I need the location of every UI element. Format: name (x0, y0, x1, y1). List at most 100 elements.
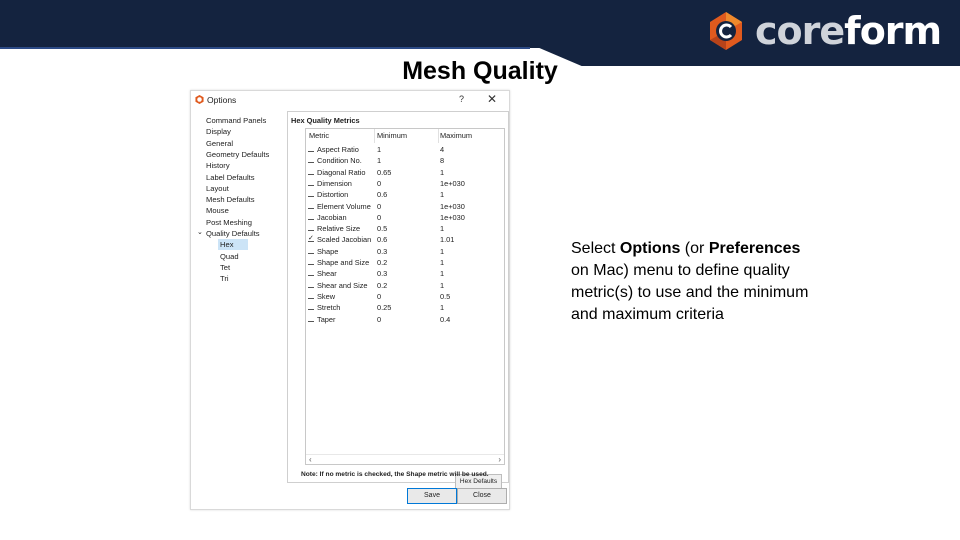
tree-item[interactable]: Mesh Defaults (206, 194, 255, 205)
column-separator (374, 129, 375, 143)
metric-checkbox[interactable] (308, 202, 314, 209)
cell-metric: Shape (317, 246, 339, 256)
tree-item[interactable]: Display (206, 126, 231, 137)
cell-min[interactable]: 0.65 (377, 167, 391, 178)
metric-checkbox[interactable] (308, 190, 314, 198)
chevron-down-icon[interactable]: ⌄ (197, 228, 203, 236)
tree-item[interactable]: Tri (220, 273, 229, 284)
cell-max[interactable]: 1 (440, 280, 444, 291)
tree-item[interactable]: Quad (220, 251, 239, 262)
cell-max[interactable]: 1 (440, 223, 444, 234)
cell-min[interactable]: 0.3 (377, 246, 387, 257)
description-bold-options: Options (619, 240, 681, 257)
table-row: Element Volume 0 1e+030 (306, 201, 504, 212)
table-row: Shape 0.3 1 (306, 246, 504, 257)
tree-item[interactable]: Quality Defaults (206, 228, 260, 239)
table-row: Skew 0 0.5 (306, 291, 504, 302)
cell-min[interactable]: 0 (377, 291, 381, 302)
metric-checkbox[interactable]: ✓ (308, 235, 314, 243)
close-button[interactable]: Close (457, 488, 507, 504)
cell-min[interactable]: 0 (377, 212, 381, 223)
cell-max[interactable]: 1e+030 (440, 178, 465, 189)
description-text: Select Options (or Preferences on Mac) m… (571, 238, 811, 326)
cell-min[interactable]: 0.2 (377, 257, 387, 268)
cell-min[interactable]: 0.25 (377, 302, 391, 313)
cell-min[interactable]: 1 (377, 155, 381, 166)
cell-max[interactable]: 1 (440, 189, 444, 200)
column-header-metric[interactable]: Metric (309, 131, 329, 140)
cell-max[interactable]: 0.5 (440, 291, 450, 302)
metric-checkbox[interactable] (308, 168, 314, 175)
options-dialog: Options ? ✕ Command Panels Display General… (190, 90, 510, 510)
metric-checkbox[interactable] (308, 315, 314, 322)
tree-item[interactable]: General (206, 138, 233, 149)
table-row: Taper 0 0.4 (306, 314, 504, 325)
cell-max[interactable]: 4 (440, 144, 444, 155)
coreform-logo: coreform (705, 8, 942, 54)
cell-min[interactable]: 0 (377, 314, 381, 325)
metrics-table: Metric Minimum Maximum ‹ › Aspect Ratio 1… (305, 128, 505, 465)
metric-checkbox[interactable] (308, 292, 314, 299)
cell-max[interactable]: 1 (440, 302, 444, 313)
cell-max[interactable]: 1e+030 (440, 201, 465, 212)
cell-min[interactable]: 0.3 (377, 268, 387, 279)
tree-item[interactable]: Layout (206, 183, 229, 194)
cell-max[interactable]: 0.4 (440, 314, 450, 325)
horizontal-scrollbar[interactable]: ‹ › (306, 454, 504, 464)
tree-item[interactable]: Geometry Defaults (206, 149, 269, 160)
metric-checkbox[interactable] (308, 247, 314, 254)
cell-min[interactable]: 0.6 (377, 234, 387, 245)
help-button[interactable]: ? (459, 94, 464, 104)
metric-checkbox[interactable] (308, 179, 314, 186)
metric-checkbox[interactable] (308, 258, 314, 265)
dialog-title: Options (207, 95, 237, 105)
cell-min[interactable]: 0.2 (377, 280, 387, 291)
table-row: Shear 0.3 1 (306, 268, 504, 279)
metric-checkbox[interactable] (308, 269, 314, 277)
cell-metric: Dimension (317, 178, 352, 188)
metric-checkbox[interactable] (308, 303, 314, 311)
cell-max[interactable]: 1 (440, 167, 444, 178)
table-row: ✓ Scaled Jacobian 0.6 1.01 (306, 234, 504, 245)
description-bold-preferences: Preferences (708, 240, 801, 257)
options-tree: Command Panels Display General Geometry Def… (193, 111, 285, 506)
close-icon[interactable]: ✕ (487, 92, 497, 106)
cell-min[interactable]: 0.6 (377, 189, 387, 200)
metric-checkbox[interactable] (308, 145, 314, 152)
metric-checkbox[interactable] (308, 156, 314, 164)
cell-min[interactable]: 0 (377, 178, 381, 189)
column-header-maximum[interactable]: Maximum (440, 131, 472, 140)
cell-max[interactable]: 1e+030 (440, 212, 465, 223)
table-row: Shear and Size 0.2 1 (306, 280, 504, 291)
description-part3: on Mac) menu to define quality metric(s)… (571, 262, 809, 323)
column-header-minimum[interactable]: Minimum (377, 131, 407, 140)
cell-min[interactable]: 1 (377, 144, 381, 155)
table-row: Distortion 0.6 1 (306, 189, 504, 200)
cell-max[interactable]: 8 (440, 155, 444, 166)
metric-checkbox[interactable] (308, 213, 314, 220)
coreform-app-icon (195, 95, 204, 104)
cell-max[interactable]: 1 (440, 268, 444, 279)
cell-min[interactable]: 0.5 (377, 223, 387, 234)
tree-item[interactable]: Mouse (206, 205, 229, 216)
tree-item[interactable]: History (206, 160, 230, 171)
metric-checkbox[interactable] (308, 224, 314, 232)
cell-min[interactable]: 0 (377, 201, 381, 212)
cell-metric: Relative Size (317, 224, 361, 234)
metric-checkbox[interactable] (308, 281, 314, 288)
tree-item[interactable]: Command Panels (206, 115, 266, 126)
cell-max[interactable]: 1 (440, 246, 444, 257)
tree-item[interactable]: Hex (218, 239, 248, 251)
cell-metric: Condition No. (317, 156, 362, 166)
table-row: Dimension 0 1e+030 (306, 178, 504, 189)
tree-item[interactable]: Post Meshing (206, 217, 252, 228)
logo-text-core: core (755, 9, 845, 53)
cell-max[interactable]: 1.01 (440, 234, 454, 245)
cell-max[interactable]: 1 (440, 257, 444, 268)
scroll-right-icon[interactable]: › (498, 455, 501, 464)
tree-item[interactable]: Label Defaults (206, 172, 255, 183)
save-button[interactable]: Save (407, 488, 457, 504)
scroll-left-icon[interactable]: ‹ (309, 455, 312, 464)
description-part2: (or (680, 240, 709, 257)
tree-item[interactable]: Tet (220, 262, 230, 273)
